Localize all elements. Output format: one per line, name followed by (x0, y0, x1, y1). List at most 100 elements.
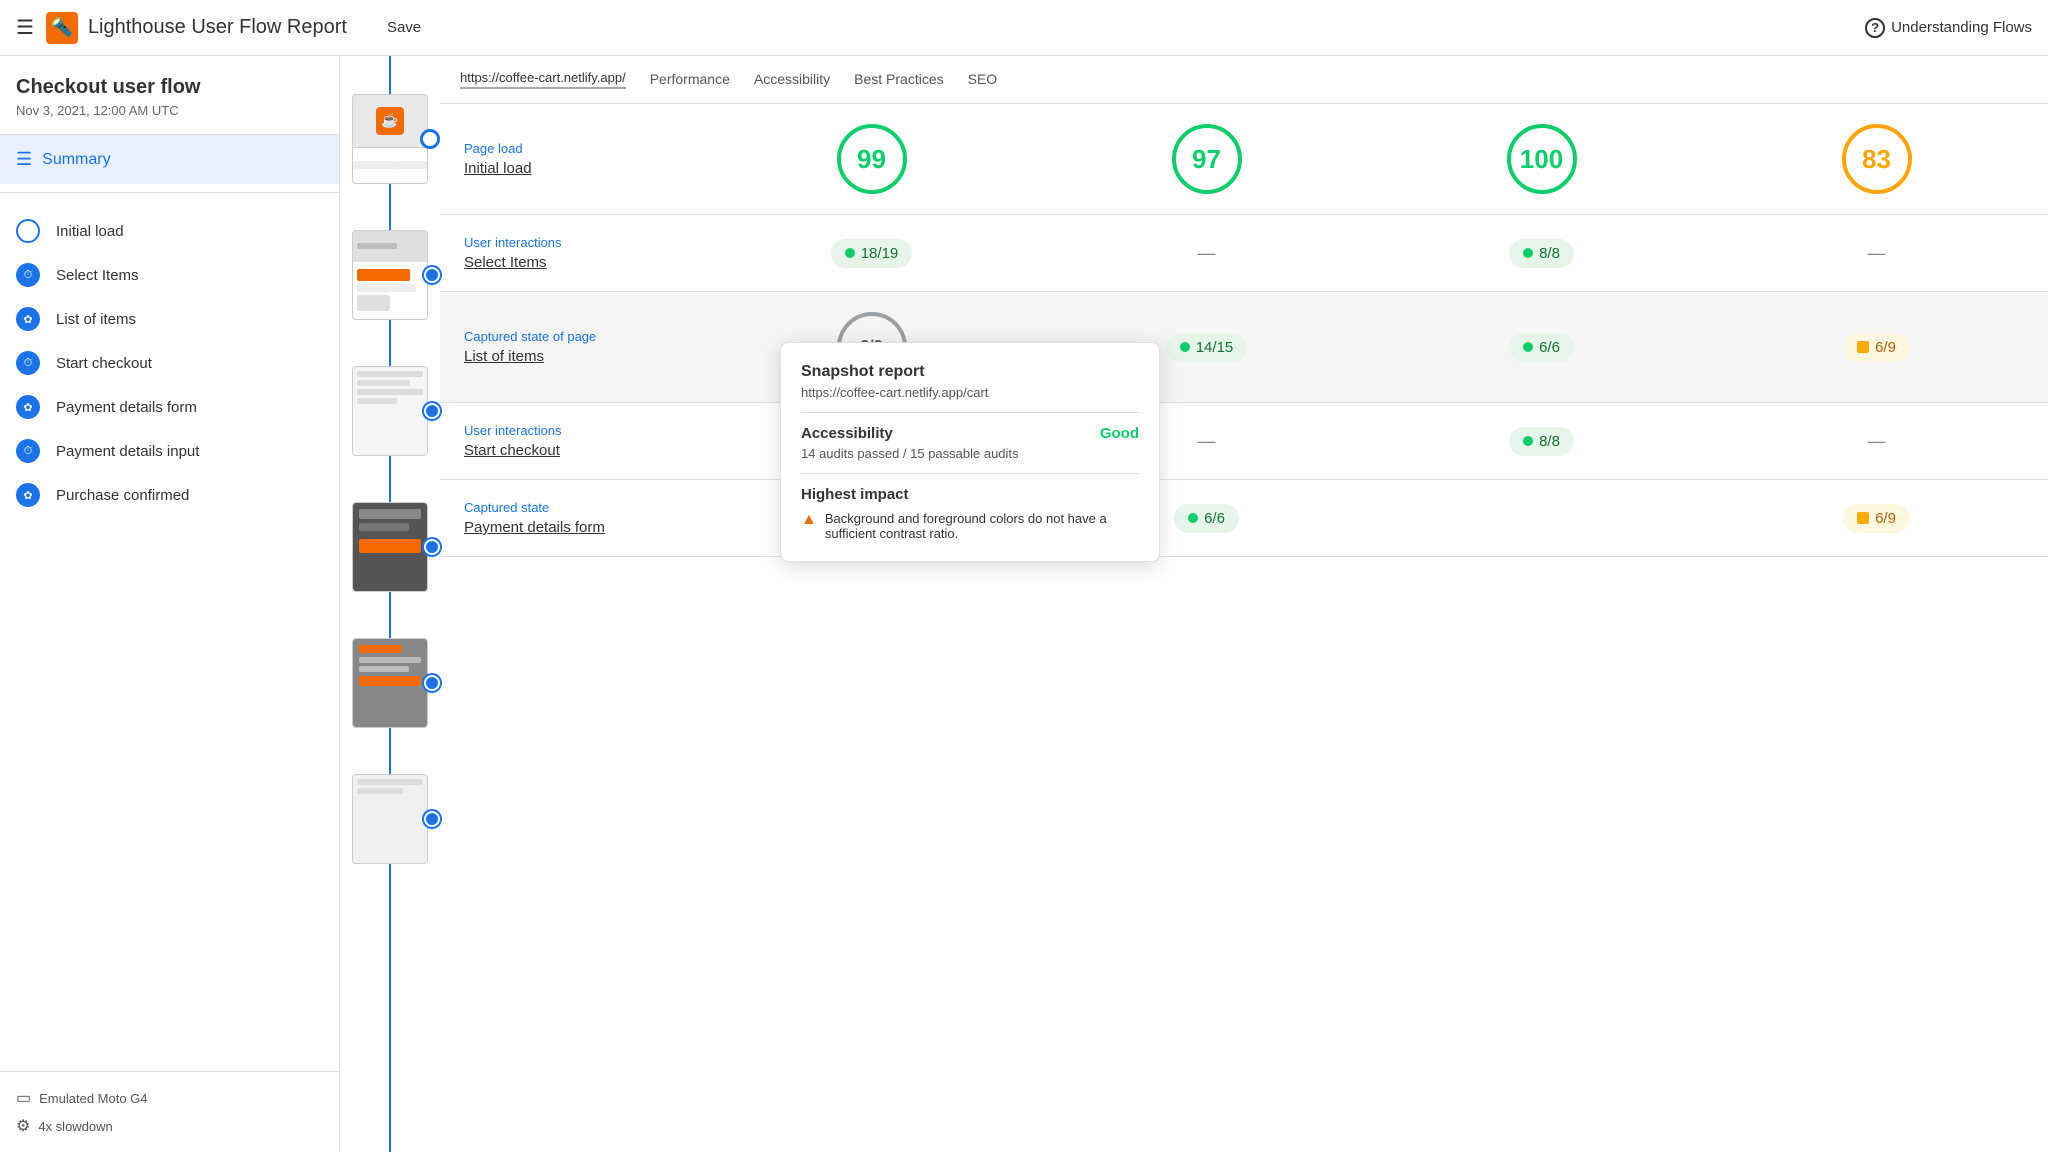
section-payment-details: Captured state Payment details form 6/6 (440, 480, 2048, 557)
step-camera-icon: ✿ (16, 483, 40, 507)
menu-icon[interactable]: ☰ (16, 15, 34, 40)
tooltip-metric-accessibility: Accessibility Good (801, 425, 1139, 442)
score-performance-1: 99 (724, 124, 1019, 194)
step-clock-icon: ⏱ (16, 439, 40, 463)
section-type-3: Captured state of page (464, 329, 724, 344)
main-layout: Checkout user flow Nov 3, 2021, 12:00 AM… (0, 56, 2048, 1152)
section-initial-load: Page load Initial load 99 97 100 (440, 104, 2048, 215)
thumb-img-3 (352, 366, 428, 456)
section-scores-2: 18/19 — 8/8 — (724, 239, 2024, 268)
thumbnail-1[interactable]: ☕ (352, 86, 428, 192)
sidebar-item-select-items[interactable]: ⏱ Select Items (0, 253, 339, 297)
score-seo-4: — (1729, 431, 2024, 452)
step-label: List of items (56, 311, 136, 328)
tab-seo[interactable]: SEO (968, 71, 998, 89)
device-info: ▭ Emulated Moto G4 (16, 1088, 323, 1108)
understanding-flows-link[interactable]: ? Understanding Flows (1865, 18, 2032, 38)
timeline-dot-3 (424, 403, 440, 419)
sidebar-item-payment-details-input[interactable]: ⏱ Payment details input (0, 429, 339, 473)
step-clock-icon: ⏱ (16, 263, 40, 287)
dash-acc-2: — (1198, 243, 1216, 264)
section-name-1[interactable]: Initial load (464, 160, 724, 177)
score-seo-2: — (1729, 243, 2024, 264)
thumb-img-6 (352, 774, 428, 864)
step-camera-icon: ✿ (16, 307, 40, 331)
dot-icon (1857, 512, 1869, 524)
step-label: Select Items (56, 267, 139, 284)
section-name-3[interactable]: List of items (464, 348, 724, 365)
thumbnail-3[interactable] (352, 358, 428, 464)
timeline-column: ☕ (340, 56, 440, 1152)
step-camera-icon: ✿ (16, 395, 40, 419)
warning-icon: ▲ (801, 511, 817, 529)
flow-date: Nov 3, 2021, 12:00 AM UTC (0, 103, 339, 134)
score-badge-acc-3: 14/15 (1166, 333, 1248, 362)
sidebar-item-initial-load[interactable]: Initial load (0, 209, 339, 253)
logo-icon: 🔦 (46, 12, 78, 44)
flow-title: Checkout user flow (0, 56, 339, 103)
step-label: Start checkout (56, 355, 152, 372)
thumbnail-6[interactable] (352, 766, 428, 872)
save-button[interactable]: Save (387, 19, 421, 36)
score-circle-perf-1: 99 (837, 124, 907, 194)
tooltip-metric-desc: 14 audits passed / 15 passable audits (801, 446, 1139, 461)
score-accessibility-1: 97 (1059, 124, 1354, 194)
section-name-2[interactable]: Select Items (464, 254, 724, 271)
dash-acc-4: — (1198, 431, 1216, 452)
step-label: Payment details form (56, 399, 197, 416)
tab-accessibility[interactable]: Accessibility (754, 71, 830, 89)
score-best-practices-4: 8/8 (1394, 427, 1689, 456)
section-info-4: User interactions Start checkout (464, 423, 724, 459)
step-clock-icon: ⏱ (16, 351, 40, 375)
dot-icon (845, 248, 855, 258)
score-performance-2: 18/19 (724, 239, 1019, 268)
tab-url[interactable]: https://coffee-cart.netlify.app/ (460, 70, 626, 89)
sidebar-item-start-checkout[interactable]: ⏱ Start checkout (0, 341, 339, 385)
dot-icon (1523, 248, 1533, 258)
section-info-1: Page load Initial load (464, 141, 724, 177)
thumbnail-5[interactable] (352, 630, 428, 736)
tooltip-metric-label: Accessibility (801, 425, 893, 442)
understanding-flows-label: Understanding Flows (1891, 19, 2032, 36)
dot-icon (1857, 341, 1869, 353)
section-type-5: Captured state (464, 500, 724, 515)
tooltip-impact-title: Highest impact (801, 486, 1139, 503)
tab-best-practices[interactable]: Best Practices (854, 71, 943, 89)
tooltip-title: Snapshot report (801, 363, 1139, 381)
timeline-thumbnails: ☕ (340, 66, 440, 872)
tooltip-divider-2 (801, 473, 1139, 474)
score-badge-seo-5: 6/9 (1843, 504, 1910, 533)
score-circle-bp-1: 100 (1507, 124, 1577, 194)
thumb-img-2 (352, 230, 428, 320)
section-name-4[interactable]: Start checkout (464, 442, 724, 459)
thumb-img-1: ☕ (352, 94, 428, 184)
tooltip-impact-text: Background and foreground colors do not … (825, 511, 1139, 541)
thumbnail-4[interactable] (352, 494, 428, 600)
tooltip-metric-value: Good (1100, 425, 1139, 442)
section-select-items: User interactions Select Items 18/19 — (440, 215, 2048, 292)
dot-icon (1188, 513, 1198, 523)
dot-icon (1523, 436, 1533, 446)
sidebar-item-list-of-items[interactable]: ✿ List of items (0, 297, 339, 341)
section-name-5[interactable]: Payment details form (464, 519, 724, 536)
sidebar-item-payment-details-form[interactable]: ✿ Payment details form (0, 385, 339, 429)
tab-performance[interactable]: Performance (650, 71, 730, 89)
badge-value: 6/6 (1539, 339, 1560, 356)
thumb-bottom-1 (353, 148, 427, 183)
main-area: ☕ (340, 56, 2048, 1152)
dot-icon (1180, 342, 1190, 352)
score-best-practices-2: 8/8 (1394, 239, 1689, 268)
timeline-dot-4 (424, 539, 440, 555)
score-badge-bp-3: 6/6 (1509, 333, 1574, 362)
section-scores-1: 99 97 100 83 (724, 124, 2024, 194)
device-icon: ▭ (16, 1088, 31, 1108)
list-icon: ☰ (16, 149, 32, 170)
sidebar-item-purchase-confirmed[interactable]: ✿ Purchase confirmed (0, 473, 339, 517)
thumb-img-5 (352, 638, 428, 728)
sidebar-steps: Initial load ⏱ Select Items ✿ List of it… (0, 201, 339, 525)
step-label: Initial load (56, 223, 124, 240)
thumbnail-2[interactable] (352, 222, 428, 328)
summary-item[interactable]: ☰ Summary (0, 135, 339, 184)
tooltip-divider-1 (801, 412, 1139, 413)
dash-seo-4: — (1868, 431, 1886, 452)
